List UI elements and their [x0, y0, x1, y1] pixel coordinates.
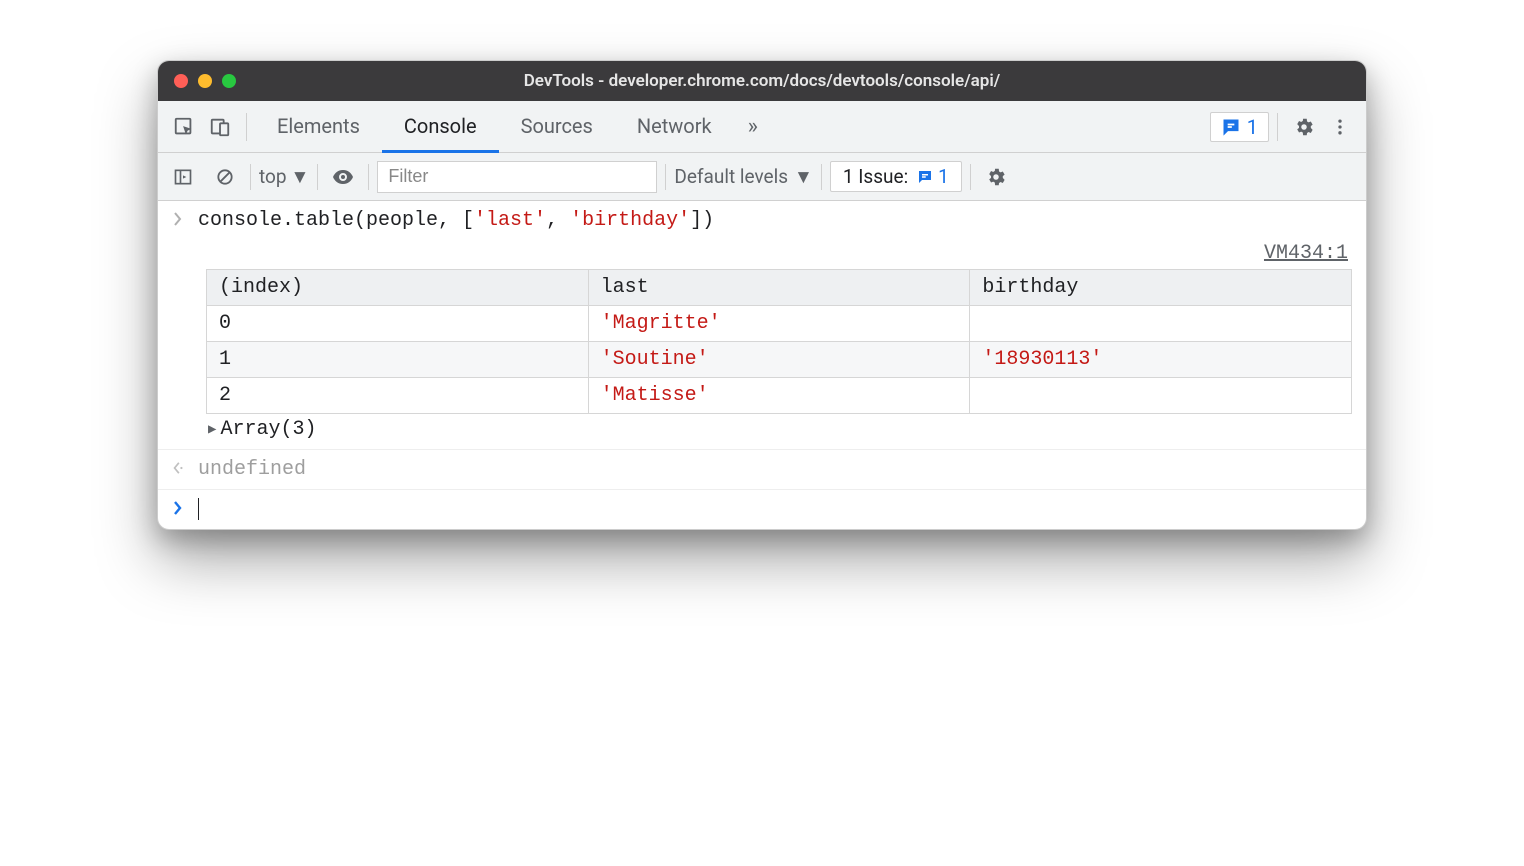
context-selector[interactable]: top ▼	[259, 165, 309, 189]
divider	[250, 164, 251, 190]
array-expand-toggle[interactable]: ▶ Array(3)	[206, 414, 1352, 445]
triangle-right-icon: ▶	[208, 421, 216, 438]
cell-birthday: '18930113'	[970, 342, 1352, 378]
table-row[interactable]: 2 'Matisse'	[207, 378, 1352, 414]
traffic-lights	[174, 74, 236, 88]
filter-input[interactable]	[377, 161, 657, 193]
message-icon	[1221, 117, 1241, 137]
array-summary: Array(3)	[220, 418, 316, 441]
devtools-window: DevTools - developer.chrome.com/docs/dev…	[157, 60, 1367, 530]
divider	[368, 164, 369, 190]
console-return-row: undefined	[158, 450, 1366, 490]
source-link[interactable]: VM434:1	[206, 242, 1352, 269]
window-maximize-button[interactable]	[222, 74, 236, 88]
more-menu-icon[interactable]	[1322, 109, 1358, 145]
window-title: DevTools - developer.chrome.com/docs/dev…	[158, 71, 1366, 91]
issues-pill-count: 1	[938, 165, 949, 188]
console-prompt-row[interactable]	[158, 490, 1366, 529]
issues-badge[interactable]: 1	[1210, 112, 1269, 142]
divider	[970, 164, 971, 190]
sidebar-toggle-icon[interactable]	[166, 160, 200, 194]
divider	[246, 113, 247, 141]
chevron-down-icon: ▼	[794, 165, 813, 189]
table-row[interactable]: 0 'Magritte'	[207, 306, 1352, 342]
console-settings-icon[interactable]	[979, 160, 1013, 194]
panel-tabs: Elements Console Sources Network »	[255, 101, 772, 152]
console-body: console.table(people, ['last', 'birthday…	[158, 201, 1366, 529]
input-chevron-icon	[168, 209, 188, 227]
return-value: undefined	[198, 458, 306, 481]
issues-pill[interactable]: 1 Issue: 1	[830, 161, 962, 192]
table-header-row: (index) last birthday	[207, 270, 1352, 306]
output-chevron-icon	[168, 458, 188, 476]
inspect-icon[interactable]	[166, 109, 202, 145]
table-header[interactable]: (index)	[207, 270, 589, 306]
divider	[1277, 113, 1278, 141]
table-header[interactable]: last	[588, 270, 970, 306]
cell-birthday	[970, 378, 1352, 414]
context-label: top	[259, 165, 287, 188]
tab-console[interactable]: Console	[382, 101, 499, 153]
cell-last: 'Matisse'	[588, 378, 970, 414]
divider	[317, 164, 318, 190]
divider	[665, 164, 666, 190]
divider	[821, 164, 822, 190]
cell-index: 1	[207, 342, 589, 378]
cell-index: 2	[207, 378, 589, 414]
table-header[interactable]: birthday	[970, 270, 1352, 306]
levels-label: Default levels	[674, 165, 788, 188]
window-close-button[interactable]	[174, 74, 188, 88]
console-entry: console.table(people, ['last', 'birthday…	[158, 201, 1366, 240]
prompt-chevron-icon	[168, 498, 188, 516]
window-minimize-button[interactable]	[198, 74, 212, 88]
cell-last: 'Magritte'	[588, 306, 970, 342]
output-table: (index) last birthday 0 'Magritte' 1 'So…	[206, 269, 1352, 414]
console-prompt-input[interactable]	[198, 498, 199, 521]
cell-birthday	[970, 306, 1352, 342]
titlebar: DevTools - developer.chrome.com/docs/dev…	[158, 61, 1366, 101]
issues-badge-count: 1	[1247, 115, 1258, 139]
cell-last: 'Soutine'	[588, 342, 970, 378]
settings-icon[interactable]	[1286, 109, 1322, 145]
tab-elements[interactable]: Elements	[255, 101, 382, 153]
table-row[interactable]: 1 'Soutine' '18930113'	[207, 342, 1352, 378]
console-table-output: VM434:1 (index) last birthday 0 'Magritt…	[158, 240, 1366, 450]
message-icon	[916, 168, 934, 186]
cell-index: 0	[207, 306, 589, 342]
tabs-overflow-icon[interactable]: »	[734, 101, 772, 152]
device-toolbar-icon[interactable]	[202, 109, 238, 145]
clear-console-icon[interactable]	[208, 160, 242, 194]
tab-network[interactable]: Network	[615, 101, 734, 153]
live-expression-icon[interactable]	[326, 160, 360, 194]
chevron-down-icon: ▼	[291, 165, 310, 189]
console-input-code: console.table(people, ['last', 'birthday…	[198, 209, 714, 232]
log-levels-selector[interactable]: Default levels ▼	[674, 165, 812, 189]
issues-pill-text: 1 Issue:	[843, 165, 908, 188]
main-tabbar: Elements Console Sources Network » 1	[158, 101, 1366, 153]
console-toolbar: top ▼ Default levels ▼ 1 Issue: 1	[158, 153, 1366, 201]
tab-sources[interactable]: Sources	[499, 101, 615, 153]
